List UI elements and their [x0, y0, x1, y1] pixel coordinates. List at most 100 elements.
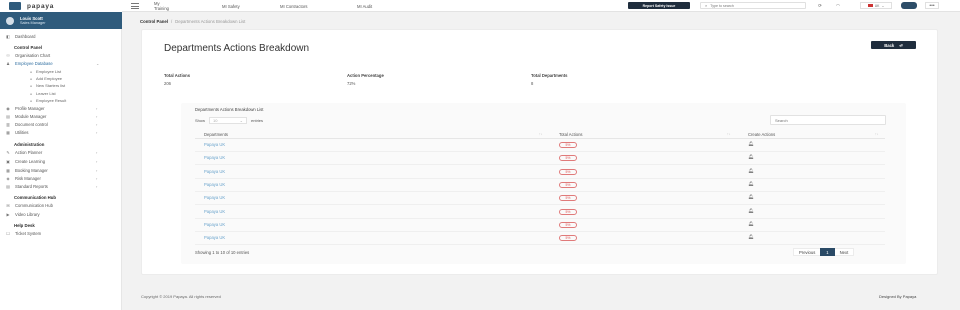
sidebar-item-employee-result[interactable]: ● Employee Result [0, 97, 122, 104]
sidebar-item-document-control[interactable]: ▥ Document control › [0, 121, 122, 128]
back-arrow-icon: ⏎ [899, 42, 903, 48]
sidebar-item-new-starters-list[interactable]: ● New Starters list [0, 82, 122, 89]
chevron-icon: › [96, 159, 98, 164]
sidebar-item-add-employee[interactable]: ● Add Employee [0, 75, 122, 82]
brand[interactable]: papaya [0, 0, 122, 12]
top-search-input[interactable] [710, 3, 801, 8]
table-row: Papaya UK 5% 🔔︎ [195, 192, 885, 206]
sidebar-item-profile-manager[interactable]: ◉ Profile Manager › [0, 105, 122, 112]
column-create-actions[interactable]: Create Actions [748, 132, 775, 137]
user-name: Louis Scott [20, 15, 43, 21]
chevron-icon: › [96, 176, 98, 181]
breadcrumb-root[interactable]: Control Panel [140, 19, 168, 24]
sidebar-item-label: Module Manager [15, 114, 47, 119]
bell-icon[interactable]: 🔔︎ [748, 141, 754, 147]
footer-designed-by: Designed By Papaya [879, 294, 917, 299]
department-link[interactable]: Papaya UK [204, 222, 225, 227]
nav-mi-audit[interactable]: MI Audit [357, 4, 372, 9]
bell-icon[interactable]: 🔔︎ [748, 234, 754, 240]
sidebar-item-communication-hub[interactable]: ✉ Communication Hub [0, 202, 122, 209]
sidebar-item-utilities[interactable]: ▦ Utilities › [0, 129, 122, 136]
document-icon: ▥ [6, 122, 10, 127]
bell-icon[interactable]: 🔔︎ [748, 194, 754, 200]
sidebar-item-label: Add Employee [36, 76, 63, 81]
page-1-button[interactable]: 1 [820, 248, 835, 256]
breadcrumb-current: Departments Actions Breakdown List [175, 18, 246, 24]
breadcrumb: Control Panel / Departments Actions Brea… [140, 17, 245, 25]
sort-icon[interactable]: ↑↓ [539, 132, 543, 136]
department-link[interactable]: Papaya UK [204, 182, 225, 187]
chevron-icon: › [96, 150, 98, 155]
chat-icon: ✉ [6, 203, 10, 208]
department-link[interactable]: Papaya UK [204, 169, 225, 174]
stat-value: 8 [531, 81, 534, 86]
sidebar-item-employee-list[interactable]: ● Employee List [0, 68, 122, 75]
next-button[interactable]: Next [835, 248, 854, 256]
dashboard-icon: ◧ [6, 34, 10, 39]
table-header: Departments ↑↓ Total Actions ↑↓ Create A… [195, 130, 885, 139]
user-box[interactable]: Louis Scott Sales Manager [0, 12, 122, 29]
refresh-icon[interactable]: ⟳ [815, 2, 825, 9]
department-link[interactable]: Papaya UK [204, 195, 225, 200]
sort-icon[interactable]: ↑↓ [727, 132, 731, 136]
sidebar-item-risk-manager[interactable]: ◈ Risk Manager › [0, 175, 122, 182]
bell-icon[interactable]: 🔔︎ [748, 221, 754, 227]
menu-toggle-icon[interactable] [131, 3, 139, 9]
department-link[interactable]: Papaya UK [204, 155, 225, 160]
sidebar: Louis Scott Sales Manager ◧ Dashboard Cont… [0, 12, 122, 310]
sidebar-item-label: Booking Manager [15, 168, 48, 173]
table-search-input[interactable] [770, 115, 886, 125]
sidebar-item-ticket-system[interactable]: ☐ Ticket System [0, 230, 122, 237]
nav-my-training[interactable]: My Training [154, 1, 169, 11]
department-link[interactable]: Papaya UK [204, 209, 225, 214]
table-row: Papaya UK 5% 🔔︎ [195, 166, 885, 179]
total-actions-badge: 5% [559, 181, 577, 188]
more-button[interactable]: ••• [925, 2, 939, 9]
sidebar-item-organisation-chart[interactable]: ⚇ Organisation Chart [0, 52, 122, 59]
language-label: UK [874, 3, 880, 8]
back-button[interactable]: Back ⏎ [871, 41, 916, 49]
language-select[interactable]: UK ⌄ [860, 2, 892, 9]
sidebar-item-video-library[interactable]: ▶ Video Library [0, 211, 122, 218]
column-total-actions[interactable]: Total Actions [559, 132, 583, 137]
sidebar-item-leaver-list[interactable]: ● Leaver List [0, 90, 122, 97]
sidebar-item-label: Administration [14, 142, 45, 147]
top-search[interactable]: ⌕ [700, 2, 806, 9]
bell-icon[interactable]: 🔔︎ [748, 154, 754, 160]
nav-mi-safety[interactable]: MI Safety [222, 4, 240, 9]
headset-icon[interactable]: ◠ [833, 2, 843, 9]
users-icon: ♟ [6, 61, 10, 66]
sort-icon[interactable]: ↑↓ [875, 132, 879, 136]
department-link[interactable]: Papaya UK [204, 235, 225, 240]
entries-select[interactable]: 10 ⌄ [209, 117, 248, 124]
sidebar-item-action-planner[interactable]: ✎ Action Planner › [0, 149, 122, 156]
sidebar-item-dashboard[interactable]: ◧ Dashboard [0, 33, 122, 40]
profile-icon: ◉ [6, 106, 10, 111]
utilities-icon: ▦ [6, 130, 10, 135]
column-departments[interactable]: Departments [204, 132, 228, 137]
sidebar-item-standard-reports[interactable]: ▤ Standard Reports › [0, 183, 122, 190]
table-row: Papaya UK 5% 🔔︎ [195, 232, 885, 246]
table-row: Papaya UK 5% 🔔︎ [195, 152, 885, 166]
bell-icon[interactable]: 🔔︎ [748, 181, 754, 187]
sidebar-item-employee-database[interactable]: ♟ Employee Database ⌄ [0, 60, 122, 67]
bell-icon[interactable]: 🔔︎ [748, 168, 754, 174]
previous-button[interactable]: Previous [794, 248, 820, 256]
department-link[interactable]: Papaya UK [204, 142, 225, 147]
bell-icon[interactable]: 🔔︎ [748, 208, 754, 214]
table-info: Showing 1 to 10 of 10 entries [195, 250, 250, 255]
chevron-down-icon: ⌄ [881, 3, 885, 8]
table-row: Papaya UK 5% 🔔︎ [195, 179, 885, 192]
user-avatar[interactable] [901, 2, 917, 9]
ticket-icon: ☐ [6, 231, 10, 236]
sidebar-item-label: New Starters list [36, 83, 66, 88]
sidebar-item-label: Communication Hub [15, 203, 53, 208]
page-title: Departments Actions Breakdown [164, 43, 310, 54]
entries-label: entries [251, 118, 264, 123]
sidebar-item-create-learning[interactable]: ▣ Create Learning › [0, 158, 122, 165]
report-safety-issue-button[interactable]: Report Safety Issue [628, 2, 690, 9]
sidebar-item-module-manager[interactable]: ▤ Module Manager › [0, 113, 122, 120]
bullet-icon: ● [30, 69, 32, 74]
sidebar-item-booking-manager[interactable]: ▦ Booking Manager › [0, 167, 122, 174]
nav-mi-contractors[interactable]: MI Contractors [280, 4, 307, 9]
